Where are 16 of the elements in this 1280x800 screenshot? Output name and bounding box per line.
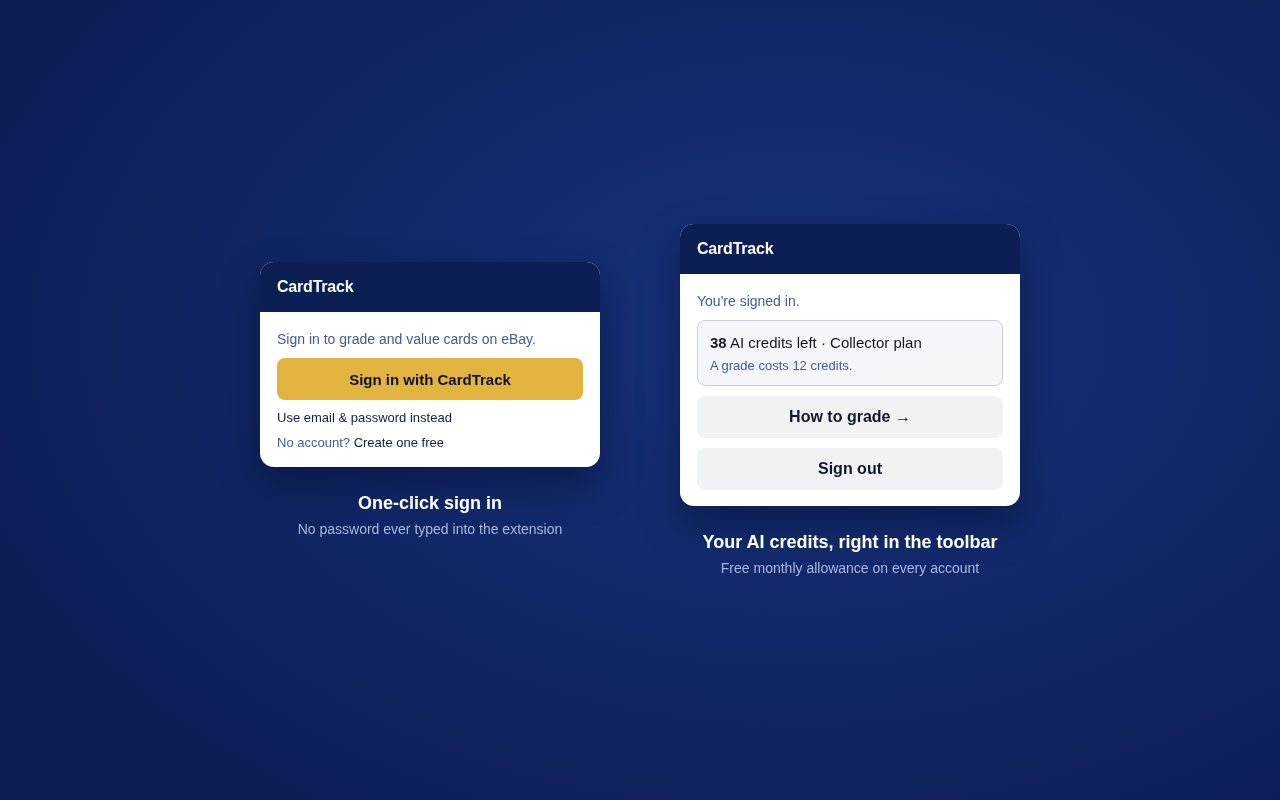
sign-out-button[interactable]: Sign out (697, 447, 1003, 490)
caption-title: One-click sign in (357, 492, 502, 514)
sign-in-button[interactable]: Sign in with CardTrack (277, 358, 583, 400)
email-password-link[interactable]: Use email & password instead (277, 410, 452, 425)
credits-summary: 38 AI credits left · Collector plan (710, 332, 923, 353)
caption-title: Your AI credits, right in the toolbar (702, 530, 998, 553)
sign-in-prompt: Sign in to grade and value cards on eBay. (277, 330, 537, 349)
app-title: CardTrack (277, 278, 354, 296)
caption-subtitle: No password ever typed into the extension (297, 520, 563, 538)
caption-subtitle: Free monthly allowance on every account (720, 558, 980, 577)
signup-prompt: No account? Create one free (277, 435, 445, 451)
app-title: CardTrack (697, 239, 774, 258)
credits-note: A grade costs 12 credits. (710, 356, 854, 374)
create-account-link[interactable]: Create one free (353, 435, 444, 450)
signed-in-status: You're signed in. (697, 291, 801, 311)
how-to-grade-button[interactable]: How to grade → (697, 395, 1003, 438)
